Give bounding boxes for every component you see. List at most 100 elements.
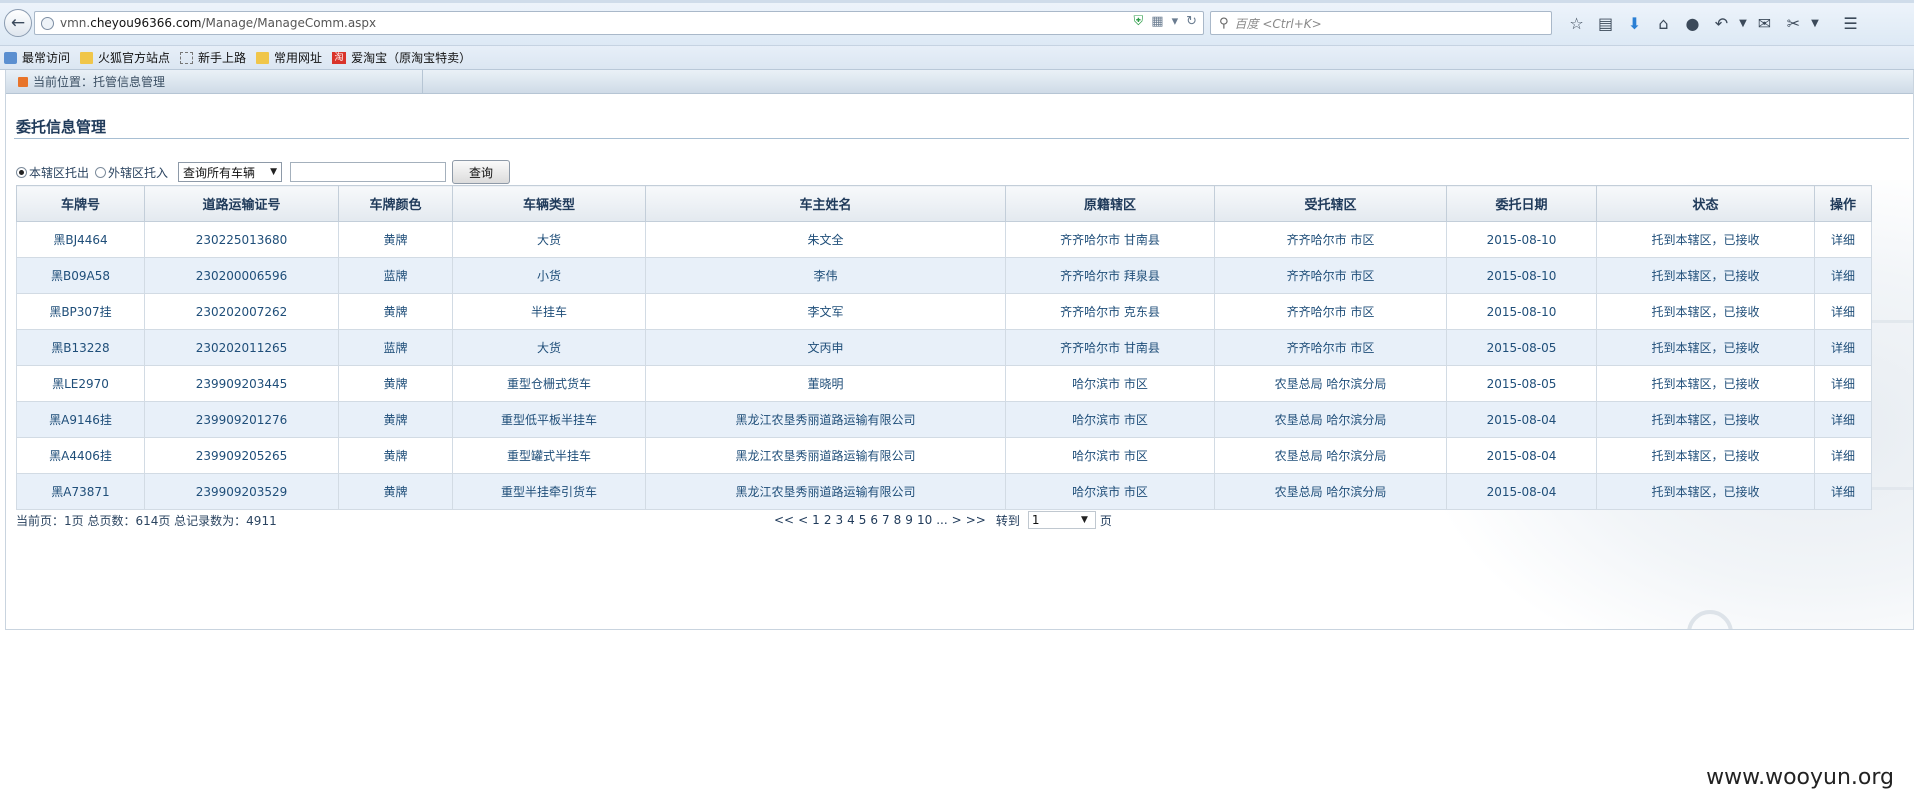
page-link[interactable]: 1 — [812, 513, 820, 527]
owner-name-cell: 董晓明 — [645, 365, 1006, 402]
detail-link[interactable]: 详细 — [1814, 401, 1872, 438]
radio-button[interactable] — [95, 166, 107, 178]
vehicle-scope-select[interactable]: 查询所有车辆 ▼ — [178, 162, 283, 182]
detail-link[interactable]: 详细 — [1814, 437, 1872, 474]
bookmark-most-visited[interactable]: 最常访问 — [4, 49, 70, 66]
owner-name-cell: 李文军 — [645, 293, 1006, 330]
back-button[interactable]: ← — [4, 9, 32, 37]
entrusted-district-cell: 齐齐哈尔市 市区 — [1214, 221, 1447, 258]
screenshot-icon[interactable]: ✂ — [1779, 11, 1808, 35]
page-link-more[interactable]: ... — [936, 513, 947, 527]
owner-name-cell: 李伟 — [645, 257, 1006, 294]
table-row: 黑B09A58 230200006596 蓝牌 小货 李伟 齐齐哈尔市 拜泉县 … — [16, 257, 1872, 294]
page-link[interactable]: 8 — [894, 513, 902, 527]
vehicle-type-cell: 小货 — [452, 257, 646, 294]
vehicle-type-cell: 重型低平板半挂车 — [452, 401, 646, 438]
reload-icon[interactable]: ↻ — [1186, 14, 1197, 29]
undo-icon[interactable]: ↶ — [1707, 11, 1736, 35]
detail-link[interactable]: 详细 — [1814, 329, 1872, 366]
radio-button-checked[interactable] — [16, 166, 27, 178]
prev-page-link[interactable]: < — [798, 513, 808, 527]
chat-icon[interactable]: ● — [1678, 11, 1707, 35]
page-link[interactable]: 2 — [824, 513, 832, 527]
origin-district-cell: 齐齐哈尔市 拜泉县 — [1005, 257, 1215, 294]
owner-name-cell: 朱文全 — [645, 221, 1006, 258]
shield-icon[interactable]: ⛨ — [1134, 14, 1144, 29]
page-link[interactable]: 4 — [847, 513, 855, 527]
entrusted-district-cell: 农垦总局 哈尔滨分局 — [1214, 473, 1447, 510]
search-bar[interactable]: ⚲ 百度 <Ctrl+K> — [1210, 11, 1552, 35]
radio-local-out[interactable]: 本辖区托出 — [16, 164, 89, 181]
plate-number-cell: 黑BJ4464 — [16, 221, 145, 258]
page-link[interactable]: 10 — [917, 513, 932, 527]
search-icon: ⚲ — [1219, 15, 1229, 31]
site-identity-icon[interactable] — [41, 16, 54, 30]
vehicle-type-cell: 大货 — [452, 329, 646, 366]
search-input[interactable] — [290, 162, 447, 182]
bookmark-getting-started[interactable]: 新手上路 — [180, 49, 246, 66]
detail-link[interactable]: 详细 — [1814, 365, 1872, 402]
page-link[interactable]: 6 — [870, 513, 878, 527]
download-icon[interactable]: ⬇ — [1620, 11, 1649, 35]
vehicle-type-cell: 重型罐式半挂车 — [452, 437, 646, 474]
home-icon[interactable]: ⌂ — [1649, 11, 1678, 35]
dropdown-icon[interactable]: ▼ — [1736, 11, 1750, 35]
plate-number-cell: 黑A73871 — [16, 473, 145, 510]
reading-list-icon[interactable]: ▤ — [1591, 11, 1620, 35]
radio-label: 外辖区托入 — [108, 165, 169, 180]
menu-icon[interactable]: ☰ — [1836, 11, 1865, 35]
status-cell: 托到本辖区，已接收 — [1596, 401, 1815, 438]
first-page-link[interactable]: << — [774, 513, 794, 527]
goto-page-select[interactable]: 1 ▼ — [1027, 511, 1096, 529]
transport-cert-cell: 230225013680 — [144, 221, 339, 258]
column-header: 道路运输证号 — [144, 185, 339, 222]
bookmark-label: 新手上路 — [198, 51, 247, 65]
radio-external-in[interactable]: 外辖区托入 — [95, 164, 168, 181]
page-link[interactable]: 3 — [835, 513, 843, 527]
watermark: www.wooyun.org — [1706, 765, 1894, 790]
page-title: 委托信息管理 — [16, 118, 107, 136]
more-dropdown-icon[interactable]: ▼ — [1808, 11, 1822, 35]
last-page-link[interactable]: >> — [966, 513, 986, 527]
entrust-date-cell: 2015-08-10 — [1446, 257, 1597, 294]
page-content: 当前位置：托管信息管理 委托信息管理 本辖区托出 外辖区托入 查询所有车辆 ▼ … — [5, 70, 1914, 630]
entrust-table: 车牌号 道路运输证号 车牌颜色 车辆类型 车主姓名 原籍辖区 受托辖区 委托日期… — [16, 185, 1872, 510]
folder-icon — [256, 51, 270, 64]
bookmark-firefox-official[interactable]: 火狐官方站点 — [80, 49, 170, 66]
vehicle-type-cell: 半挂车 — [452, 293, 646, 330]
plate-color-cell: 黄牌 — [338, 473, 453, 510]
page-link[interactable]: 7 — [882, 513, 890, 527]
detail-link[interactable]: 详细 — [1814, 221, 1872, 258]
pagination-summary: 当前页：1页 总页数：614页 总记录数为：4911 — [16, 514, 277, 528]
status-cell: 托到本辖区，已接收 — [1596, 221, 1815, 258]
chevron-down-icon: ▼ — [1080, 515, 1088, 525]
table-row: 黑B13228 230202011265 蓝牌 大货 文丙申 齐齐哈尔市 甘南县… — [16, 329, 1872, 366]
next-page-link[interactable]: > — [952, 513, 962, 527]
entrust-date-cell: 2015-08-04 — [1446, 437, 1597, 474]
bookmark-common-sites[interactable]: 常用网址 — [256, 49, 322, 66]
status-cell: 托到本辖区，已接收 — [1596, 365, 1815, 402]
url-text: vmn.cheyou96366.com/Manage/ManageComm.as… — [60, 16, 376, 30]
url-bar[interactable]: vmn.cheyou96366.com/Manage/ManageComm.as… — [34, 11, 1204, 35]
owner-name-cell: 黑龙江农垦秀丽道路运输有限公司 — [645, 401, 1006, 438]
comment-icon[interactable]: ✉ — [1750, 11, 1779, 35]
most-visited-icon — [4, 51, 17, 64]
origin-district-cell: 齐齐哈尔市 甘南县 — [1005, 221, 1215, 258]
navigation-toolbar: ← vmn.cheyou96366.com/Manage/ManageComm.… — [0, 0, 1914, 46]
page-link[interactable]: 5 — [859, 513, 867, 527]
column-header: 状态 — [1596, 185, 1815, 222]
bookmark-label: 火狐官方站点 — [98, 51, 171, 65]
qr-code-icon[interactable]: ▦ — [1151, 14, 1163, 29]
bookmark-ai-taobao[interactable]: 淘 爱淘宝（原淘宝特卖） — [332, 49, 471, 66]
bookmark-label: 最常访问 — [22, 51, 71, 65]
detail-link[interactable]: 详细 — [1814, 473, 1872, 510]
table-row: 黑BJ4464 230225013680 黄牌 大货 朱文全 齐齐哈尔市 甘南县… — [16, 221, 1872, 258]
title-divider — [14, 138, 1909, 139]
query-button[interactable]: 查询 — [452, 160, 511, 184]
dropdown-arrow-icon[interactable]: ▾ — [1172, 14, 1179, 29]
bookmark-star-icon[interactable]: ☆ — [1562, 11, 1591, 35]
page-link[interactable]: 9 — [905, 513, 913, 527]
detail-link[interactable]: 详细 — [1814, 293, 1872, 330]
column-header: 操作 — [1814, 185, 1872, 222]
detail-link[interactable]: 详细 — [1814, 257, 1872, 294]
